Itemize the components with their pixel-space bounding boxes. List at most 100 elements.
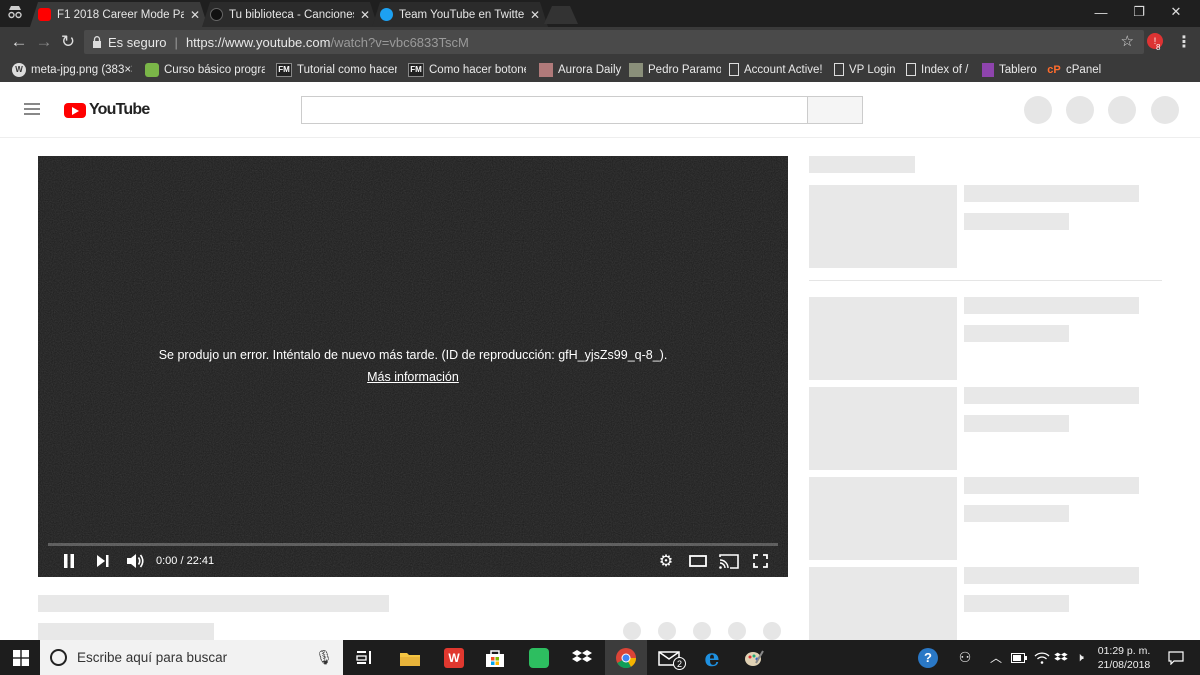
forward-arrow-icon[interactable]: → <box>33 31 55 53</box>
video-meta-placeholder <box>964 505 1069 522</box>
clock[interactable]: 01:29 p. m. 21/08/2018 <box>1092 640 1156 675</box>
video-thumbnail-placeholder[interactable] <box>809 387 957 470</box>
bookmark-star-icon[interactable]: ☆ <box>1121 32 1134 50</box>
chrome-icon[interactable] <box>605 640 647 675</box>
tab-team-youtube-twitter[interactable]: Team YouTube en Twitter ✕ <box>372 2 548 27</box>
bookmark-curso-basico[interactable]: Curso básico progran <box>145 61 265 78</box>
bookmark-label: Account Active! <box>744 63 823 76</box>
bookmarks-bar: W meta-jpg.png (383×3 Curso básico progr… <box>0 57 1200 82</box>
twitch-icon <box>982 62 994 77</box>
youtube-logo[interactable]: YouTube <box>64 100 150 120</box>
close-tab-icon[interactable]: ✕ <box>530 8 540 22</box>
settings-gear-icon[interactable]: ⚙ <box>657 552 675 570</box>
bookmark-label: cPanel <box>1066 63 1102 76</box>
video-thumbnail-placeholder[interactable] <box>809 477 957 560</box>
bookmark-vp-login[interactable]: VP Login <box>834 61 898 78</box>
bookmark-label: Index of / <box>921 63 969 76</box>
search-button[interactable] <box>807 96 863 124</box>
address-bar[interactable]: Es seguro | https://www.youtube.com /wat… <box>84 30 1144 54</box>
tab-title: Team YouTube en Twitter <box>399 8 524 21</box>
close-window-icon[interactable]: ✕ <box>1158 0 1194 24</box>
notifications-icon[interactable] <box>1164 640 1188 675</box>
header-placeholder-icon[interactable] <box>1066 96 1094 124</box>
windows-start-icon[interactable] <box>2 640 40 675</box>
search-input[interactable] <box>301 96 808 124</box>
up-next-placeholder <box>809 156 915 173</box>
people-icon[interactable]: ⚇ <box>954 640 976 675</box>
header-placeholder-icon[interactable] <box>1151 96 1179 124</box>
pause-icon[interactable] <box>62 552 76 570</box>
microphone-icon[interactable]: 🎙 <box>315 649 333 666</box>
action-placeholder-icon <box>623 622 641 640</box>
fullscreen-icon[interactable] <box>751 552 769 570</box>
wordpress-icon: W <box>12 62 26 77</box>
static-noise-background <box>38 156 788 577</box>
windows-taskbar: Escribe aquí para buscar 🎙 W 2 e ? ⚇ ︿ 🕨… <box>0 640 1200 675</box>
task-view-icon[interactable] <box>346 640 384 675</box>
spotify-favicon-icon <box>210 8 223 21</box>
header-placeholder-icon[interactable] <box>1024 96 1052 124</box>
more-info-link[interactable]: Más información <box>367 370 459 384</box>
title-placeholder <box>38 595 389 612</box>
bookmark-label: Tablero <box>999 63 1037 76</box>
back-arrow-icon[interactable]: ← <box>8 31 30 53</box>
extension-icon[interactable]: ! <box>1147 33 1163 49</box>
page-icon <box>906 63 916 76</box>
bookmark-index-of[interactable]: Index of / <box>906 61 974 78</box>
bookmark-pedro-paramo[interactable]: Pedro Paramo <box>629 61 721 78</box>
minimize-window-icon[interactable]: — <box>1083 0 1119 24</box>
reload-icon[interactable]: ↻ <box>57 31 79 53</box>
header-placeholder-icon[interactable] <box>1108 96 1136 124</box>
bookmark-tablero[interactable]: Tablero <box>982 61 1042 78</box>
action-placeholder-icon <box>658 622 676 640</box>
edge-browser-icon[interactable]: e <box>693 640 731 675</box>
video-meta-placeholder <box>964 415 1069 432</box>
next-video-icon[interactable] <box>96 552 110 570</box>
store-icon[interactable] <box>476 640 514 675</box>
video-thumbnail-placeholder[interactable] <box>809 297 957 380</box>
volume-icon[interactable] <box>126 552 146 570</box>
file-explorer-icon[interactable] <box>391 640 429 675</box>
action-placeholder-icon <box>693 622 711 640</box>
youtube-logo-text: YouTube <box>89 101 150 118</box>
bookmark-aurora-daily[interactable]: Aurora Daily <box>539 61 624 78</box>
youtube-play-logo-icon <box>64 102 86 118</box>
dropbox-icon[interactable] <box>563 640 601 675</box>
close-tab-icon[interactable]: ✕ <box>190 8 200 22</box>
video-thumbnail-placeholder[interactable] <box>809 567 957 640</box>
cast-icon[interactable] <box>718 552 740 570</box>
taskbar-search-box[interactable]: Escribe aquí para buscar 🎙 <box>40 640 343 675</box>
video-title-placeholder <box>964 387 1139 404</box>
close-tab-icon[interactable]: ✕ <box>360 8 370 22</box>
bookmark-tutorial[interactable]: FM Tutorial como hacer <box>276 61 397 78</box>
volume-muted-icon[interactable]: 🕨 <box>1071 640 1089 675</box>
tab-spotify-library[interactable]: Tu biblioteca - Canciones ✕ <box>202 2 378 27</box>
theater-mode-icon[interactable] <box>688 552 708 570</box>
help-icon[interactable]: ? <box>915 640 941 675</box>
new-tab-button[interactable] <box>544 6 578 24</box>
hamburger-menu-icon[interactable] <box>24 103 40 115</box>
browser-menu-icon[interactable]: ⋮ <box>1176 32 1192 52</box>
video-title-placeholder <box>964 477 1139 494</box>
video-player[interactable]: Se produjo un error. Inténtalo de nuevo … <box>38 156 788 577</box>
bookmark-account-active[interactable]: Account Active! <box>729 61 827 78</box>
channel-placeholder <box>38 623 214 640</box>
maximize-window-icon[interactable]: ❐ <box>1121 0 1157 24</box>
wps-office-icon[interactable]: W <box>435 640 473 675</box>
battery-icon[interactable] <box>1010 640 1028 675</box>
dropbox-tray-icon[interactable] <box>1052 640 1070 675</box>
error-message: Se produjo un error. Inténtalo de nuevo … <box>158 348 668 362</box>
tab-f1-career[interactable]: F1 2018 Career Mode Par ✕ <box>30 2 208 27</box>
sidebar-divider <box>809 280 1162 281</box>
paint-icon[interactable] <box>735 640 773 675</box>
page-icon <box>729 63 739 76</box>
bookmark-cpanel[interactable]: cP cPanel <box>1047 61 1107 78</box>
bookmark-meta-jpg[interactable]: W meta-jpg.png (383×3 <box>12 61 132 78</box>
bookmark-label: Tutorial como hacer <box>297 63 397 76</box>
progress-bar[interactable] <box>48 543 778 546</box>
show-hidden-icons-chevron-icon[interactable]: ︿ <box>988 640 1004 675</box>
bookmark-como-hacer-botones[interactable]: FM Como hacer botones <box>408 61 526 78</box>
wifi-icon[interactable] <box>1033 640 1051 675</box>
video-thumbnail-placeholder[interactable] <box>809 185 957 268</box>
evernote-icon[interactable] <box>520 640 558 675</box>
